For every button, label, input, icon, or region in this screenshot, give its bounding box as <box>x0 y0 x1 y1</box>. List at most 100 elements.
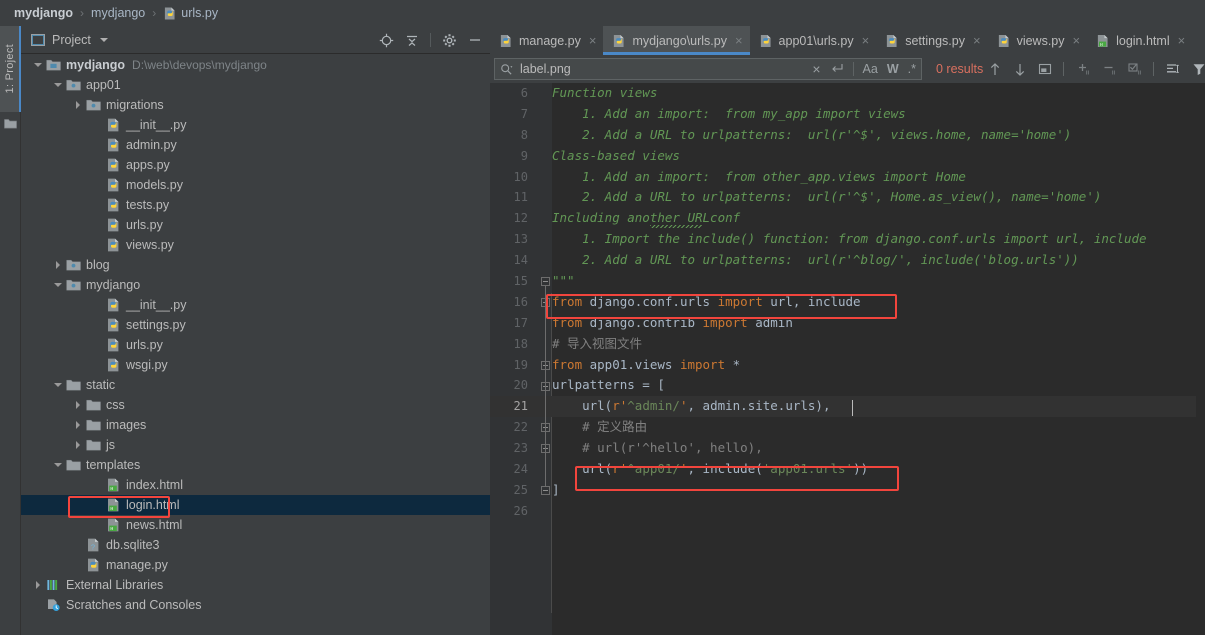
code-line[interactable]: 14 2. Add a URL to urlpatterns: url(r'^b… <box>490 250 1205 271</box>
locate-icon[interactable] <box>379 33 394 48</box>
tree-row[interactable]: mydjango <box>21 275 490 295</box>
breadcrumb-item-0[interactable]: mydjango <box>14 6 73 20</box>
settings-gear-icon[interactable] <box>442 33 457 48</box>
chevron-down-icon[interactable] <box>54 381 63 390</box>
code-line[interactable]: 19 from app01.views import * <box>490 355 1205 376</box>
tree-row[interactable]: tests.py <box>21 195 490 215</box>
tree-row[interactable]: views.py <box>21 235 490 255</box>
breadcrumb-item-1[interactable]: mydjango <box>91 6 145 20</box>
code-line[interactable]: 11 2. Add a URL to urlpatterns: url(r'^$… <box>490 187 1205 208</box>
sidebar-tab-project[interactable]: 1: Project <box>0 26 21 112</box>
tree-row[interactable]: models.py <box>21 175 490 195</box>
code-viewport[interactable]: 6 Function views 7 1. Add an import: from … <box>490 83 1205 635</box>
tree-row[interactable]: __init__.py <box>21 115 490 135</box>
code-line[interactable]: 22 # 定义路由 <box>490 417 1205 438</box>
tree-row[interactable]: app01 <box>21 75 490 95</box>
project-panel-title-group[interactable]: Project <box>31 33 108 47</box>
code-line[interactable]: 25] <box>490 480 1205 501</box>
editor-tab-manage-py[interactable]: manage.py × <box>490 26 604 55</box>
code-line[interactable]: 13 1. Import the include() function: fro… <box>490 229 1205 250</box>
code-line[interactable]: 18 # 导入视图文件 <box>490 334 1205 355</box>
code-line[interactable]: 24 url(r'^app01/', include('app01.urls')… <box>490 459 1205 480</box>
close-icon[interactable]: × <box>589 34 597 47</box>
arrow-down-icon[interactable] <box>1013 62 1027 77</box>
chevron-right-icon[interactable] <box>74 440 83 450</box>
code-line[interactable]: 6 Function views <box>490 83 1205 104</box>
code-line[interactable]: 9 Class-based views <box>490 146 1205 167</box>
select-all-occurrences-icon[interactable] <box>1127 62 1142 76</box>
fold-toggle-icon[interactable] <box>541 277 550 287</box>
editor-tab-app01-urls-py[interactable]: app01\urls.py × <box>749 26 877 55</box>
chevron-down-icon[interactable] <box>54 281 63 290</box>
close-icon[interactable]: × <box>973 34 981 47</box>
code-line[interactable]: 12 Including another URLconf <box>490 208 1205 229</box>
code-line[interactable]: 21 url(r'^admin/', admin.site.urls), <box>490 396 1205 418</box>
tree-row[interactable]: templates <box>21 455 490 475</box>
whole-words-toggle[interactable]: W <box>887 62 899 76</box>
regex-toggle[interactable]: .* <box>908 62 916 76</box>
tree-row[interactable]: admin.py <box>21 135 490 155</box>
tree-row[interactable]: __init__.py <box>21 295 490 315</box>
hide-panel-icon[interactable] <box>468 33 482 47</box>
tree-row[interactable]: urls.py <box>21 335 490 355</box>
tree-row[interactable]: blog <box>21 255 490 275</box>
close-icon[interactable]: × <box>1178 34 1186 47</box>
collapse-all-icon[interactable] <box>405 33 419 48</box>
chevron-down-icon[interactable] <box>54 461 63 470</box>
tree-row[interactable]: mydjango D:\web\devops\mydjango <box>21 55 490 75</box>
close-icon[interactable]: × <box>735 34 743 47</box>
filter-icon[interactable] <box>1192 62 1205 76</box>
chevron-down-icon[interactable] <box>54 81 63 90</box>
project-file-tree[interactable]: mydjango D:\web\devops\mydjango app01 migra… <box>21 55 490 635</box>
new-line-icon[interactable] <box>830 63 844 75</box>
clear-search-icon[interactable]: × <box>812 61 820 77</box>
add-occurrence-icon[interactable] <box>1075 62 1090 76</box>
tree-row[interactable]: settings.py <box>21 315 490 335</box>
chevron-down-icon[interactable] <box>34 61 43 70</box>
editor-scrollbar[interactable] <box>1196 83 1205 635</box>
code-line[interactable]: 8 2. Add a URL to urlpatterns: url(r'^$'… <box>490 125 1205 146</box>
code-line[interactable]: 15 """ <box>490 271 1205 292</box>
code-line[interactable]: 7 1. Add an import: from my_app import v… <box>490 104 1205 125</box>
code-line[interactable]: 10 1. Add an import: from other_app.view… <box>490 167 1205 188</box>
tree-row[interactable]: images <box>21 415 490 435</box>
tree-row[interactable]: External Libraries <box>21 575 490 595</box>
editor-tab-views-py[interactable]: views.py × <box>987 26 1088 55</box>
editor-tab-mydjango-urls-py[interactable]: mydjango\urls.py × <box>603 26 750 55</box>
code-text[interactable]: 6 Function views 7 1. Add an import: from … <box>490 83 1205 635</box>
code-line[interactable]: 17 from django.contrib import admin <box>490 313 1205 334</box>
tree-row[interactable]: manage.py <box>21 555 490 575</box>
tree-row[interactable]: css <box>21 395 490 415</box>
chevron-right-icon[interactable] <box>34 580 43 590</box>
tree-row[interactable]: static <box>21 375 490 395</box>
tree-row[interactable]: ? db.sqlite3 <box>21 535 490 555</box>
breadcrumb-item-2[interactable]: urls.py <box>181 6 218 20</box>
tree-row[interactable]: js <box>21 435 490 455</box>
search-input[interactable]: label.png × Aa W .* <box>494 58 922 80</box>
in-selection-icon[interactable] <box>1165 62 1181 76</box>
remove-occurrence-icon[interactable] <box>1101 62 1116 76</box>
code-line[interactable]: 26 <box>490 501 1205 522</box>
tree-row[interactable]: Hnews.html <box>21 515 490 535</box>
tree-row[interactable]: urls.py <box>21 215 490 235</box>
editor-tab-settings-py[interactable]: settings.py × <box>876 26 988 55</box>
close-icon[interactable]: × <box>862 34 870 47</box>
chevron-right-icon[interactable] <box>74 100 83 110</box>
chevron-right-icon[interactable] <box>54 260 63 270</box>
open-in-window-icon[interactable] <box>1038 62 1052 76</box>
tree-row[interactable]: Scratches and Consoles <box>21 595 490 615</box>
chevron-right-icon[interactable] <box>74 400 83 410</box>
search-dropdown-icon[interactable] <box>500 63 513 76</box>
arrow-up-icon[interactable] <box>988 62 1002 77</box>
tree-row-selected[interactable]: Hlogin.html <box>21 495 490 515</box>
match-case-toggle[interactable]: Aa <box>863 62 878 76</box>
code-line[interactable]: 20 urlpatterns = [ <box>490 375 1205 396</box>
code-line[interactable]: 16 from django.conf.urls import url, incl… <box>490 292 1205 313</box>
code-line[interactable]: 23 # url(r'^hello', hello), <box>490 438 1205 459</box>
tree-row[interactable]: apps.py <box>21 155 490 175</box>
tree-row[interactable]: wsgi.py <box>21 355 490 375</box>
chevron-down-icon[interactable] <box>99 37 108 42</box>
tree-row[interactable]: migrations <box>21 95 490 115</box>
fold-toggle-icon[interactable] <box>541 486 550 496</box>
close-icon[interactable]: × <box>1073 34 1081 47</box>
